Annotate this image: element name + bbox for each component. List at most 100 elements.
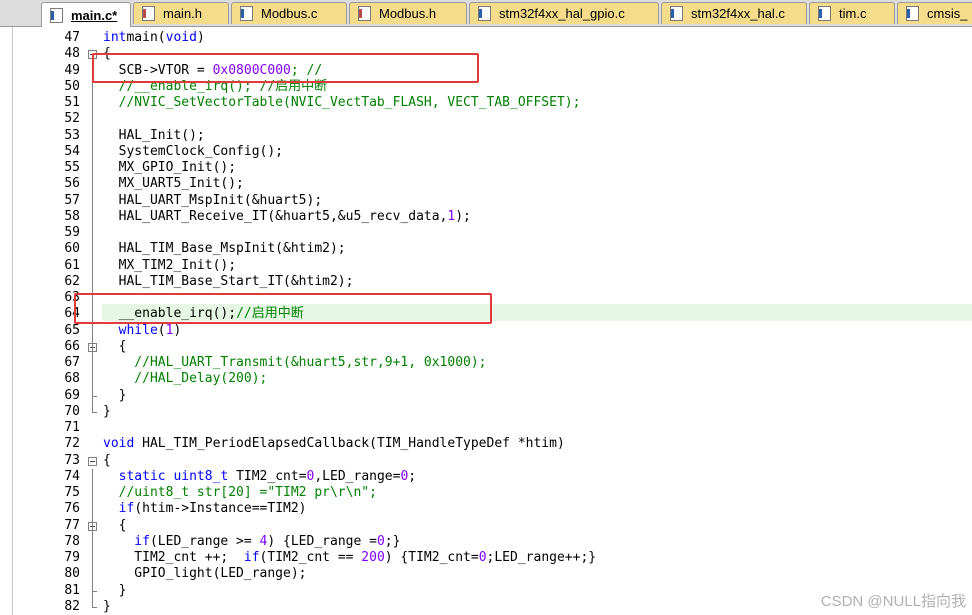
- line-number: 61: [64, 257, 80, 273]
- line-number: 47: [64, 30, 80, 45]
- code-token: ): [173, 322, 182, 338]
- code-line[interactable]: {: [103, 338, 127, 355]
- code-token: }: [103, 598, 111, 614]
- code-line[interactable]: MX_UART5_Init();: [103, 176, 244, 192]
- code-line[interactable]: HAL_UART_Receive_IT(&huart5,&u5_recv_dat…: [103, 209, 471, 225]
- highlight-box-enable-irq: [74, 293, 492, 324]
- code-token: HAL_UART_MspInit(&huart5);: [103, 192, 323, 208]
- code-token: {: [103, 338, 127, 354]
- code-token: ;: [408, 468, 417, 484]
- tab-label: Modbus.h: [379, 6, 437, 21]
- code-token: ;}: [384, 533, 401, 549]
- code-line[interactable]: //NVIC_SetVectorTable(NVIC_VectTab_FLASH…: [103, 95, 581, 111]
- line-number: 53: [64, 127, 80, 143]
- code-line[interactable]: }: [103, 582, 127, 599]
- code-line[interactable]: }: [103, 599, 111, 615]
- c-file-icon: [906, 6, 919, 21]
- line-number: 71: [64, 420, 80, 435]
- line-number: 50: [64, 78, 80, 94]
- tab-modbus-c[interactable]: Modbus.c: [231, 2, 347, 24]
- code-line[interactable]: MX_GPIO_Init();: [103, 160, 236, 176]
- code-line[interactable]: TIM2_cnt ++; if(TIM2_cnt == 200) {TIM2_c…: [103, 550, 596, 566]
- code-token: ) {TIM2_cnt=: [384, 550, 479, 565]
- c-file-icon: [50, 7, 63, 23]
- tab-main-h[interactable]: main.h: [133, 2, 229, 24]
- line-number: 51: [64, 95, 80, 110]
- code-line[interactable]: }: [103, 387, 127, 404]
- code-line[interactable]: HAL_Init();: [103, 128, 205, 144]
- h-file-icon: [358, 6, 371, 21]
- code-line[interactable]: void HAL_TIM_PeriodElapsedCallback(TIM_H…: [103, 436, 565, 452]
- line-number: 49: [64, 62, 80, 78]
- code-token: uint8_t: [165, 468, 229, 484]
- code-line[interactable]: HAL_TIM_Base_Start_IT(&htim2);: [103, 273, 354, 290]
- code-line[interactable]: //uint8_t str[20] ="TIM2 pr\r\n";: [103, 485, 377, 501]
- line-number: 79: [64, 550, 80, 565]
- code-line[interactable]: {: [103, 518, 127, 534]
- code-token: MX_GPIO_Init();: [103, 160, 237, 175]
- line-number: 70: [64, 403, 80, 419]
- code-line[interactable]: SystemClock_Config();: [103, 144, 283, 160]
- tab-stm32f4xx-hal-c[interactable]: stm32f4xx_hal.c: [661, 2, 807, 24]
- tab-main-c[interactable]: main.c*: [41, 2, 131, 27]
- code-token: if: [243, 550, 260, 565]
- code-token: SystemClock_Config();: [103, 143, 284, 159]
- code-line[interactable]: HAL_TIM_Base_MspInit(&htim2);: [103, 241, 346, 257]
- code-token: (LED_range >=: [149, 533, 260, 549]
- line-number: 78: [64, 533, 80, 549]
- code-token: HAL_UART_Receive_IT(&huart5,&u5_recv_dat…: [103, 208, 448, 224]
- code-line[interactable]: {: [103, 453, 111, 469]
- code-token: void: [103, 436, 135, 452]
- fold-end-marker: [92, 590, 97, 592]
- line-number: 58: [64, 208, 80, 224]
- code-token: );: [455, 208, 471, 224]
- line-number: 75: [64, 485, 80, 500]
- code-token: ;LED_range++;}: [486, 550, 597, 565]
- c-file-icon: [478, 6, 491, 21]
- code-token: MX_TIM2_Init();: [103, 257, 237, 273]
- code-line[interactable]: GPIO_light(LED_range);: [103, 566, 306, 582]
- code-line[interactable]: if(htim->Instance==TIM2): [103, 501, 307, 517]
- code-line[interactable]: //HAL_UART_Transmit(&huart5,str,9+1, 0x1…: [103, 355, 486, 371]
- c-file-icon: [818, 6, 831, 21]
- code-token: HAL_TIM_PeriodElapsedCallback(TIM_Handle…: [134, 436, 565, 452]
- h-file-icon: [142, 6, 155, 21]
- code-token: HAL_Init();: [103, 127, 205, 143]
- fold-collapse-icon[interactable]: [88, 456, 97, 466]
- code-token: }: [103, 582, 127, 598]
- code-token: HAL_TIM_Base_Start_IT(&htim2);: [103, 273, 354, 289]
- fold-end-marker: [92, 395, 97, 397]
- tab-label: tim.c: [839, 6, 867, 21]
- code-token: (: [157, 322, 166, 338]
- highlight-box-vtor: [92, 53, 479, 83]
- tab-label: Modbus.c: [261, 6, 318, 21]
- line-number: 60: [64, 241, 80, 257]
- code-token: if: [103, 501, 135, 517]
- code-line[interactable]: }: [103, 404, 111, 420]
- line-number: 76: [64, 501, 80, 517]
- code-token: main(: [126, 30, 166, 45]
- code-line[interactable]: //HAL_Delay(200);: [103, 371, 267, 387]
- line-number: 52: [64, 111, 80, 127]
- line-number: 68: [64, 371, 80, 387]
- code-token: HAL_TIM_Base_MspInit(&htim2);: [103, 241, 346, 257]
- code-line[interactable]: while(1): [103, 322, 182, 339]
- tab-tim-c[interactable]: tim.c: [809, 2, 895, 24]
- watermark: CSDN @NULL指向我: [820, 593, 966, 610]
- code-line[interactable]: if(LED_range >= 4) {LED_range =0;}: [103, 534, 400, 550]
- tab-cmsis[interactable]: cmsis_: [897, 2, 972, 24]
- code-token: }: [103, 387, 127, 403]
- code-token: if: [103, 533, 150, 549]
- tab-modbus-h[interactable]: Modbus.h: [349, 2, 467, 24]
- left-margin: [0, 27, 13, 615]
- line-number: 59: [64, 225, 80, 240]
- code-line[interactable]: intmain(void): [103, 30, 205, 46]
- code-token: ) {LED_range =: [267, 533, 377, 549]
- code-line[interactable]: static uint8_t TIM2_cnt=0,LED_range=0;: [103, 469, 416, 485]
- code-token: (htim->Instance==TIM2): [134, 501, 307, 517]
- tab-stm32f4xx-hal-gpio-c[interactable]: stm32f4xx_hal_gpio.c: [469, 2, 659, 24]
- code-token: ): [196, 30, 205, 45]
- line-number: 55: [64, 160, 80, 175]
- code-line[interactable]: MX_TIM2_Init();: [103, 258, 236, 274]
- code-line[interactable]: HAL_UART_MspInit(&huart5);: [103, 192, 323, 209]
